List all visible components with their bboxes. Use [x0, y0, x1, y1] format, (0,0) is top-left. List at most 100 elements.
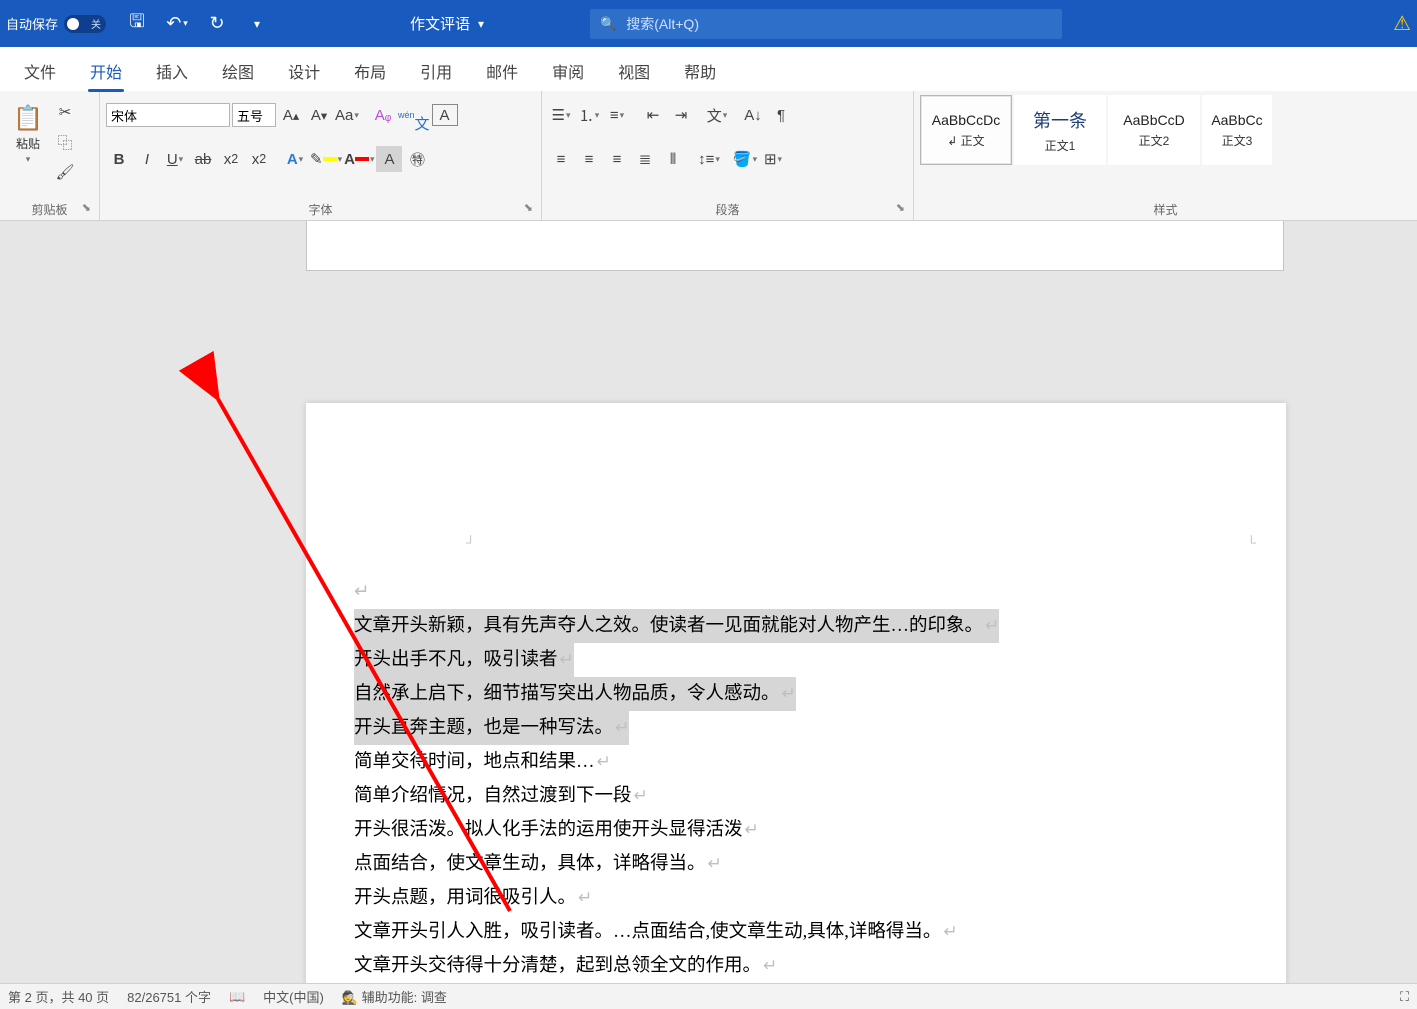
- sort-icon[interactable]: A↓: [740, 102, 766, 128]
- text-effects-icon[interactable]: A▾: [282, 146, 308, 172]
- phonetic-guide-icon[interactable]: wén文: [398, 102, 430, 128]
- style-item-normal[interactable]: AaBbCcDc ↲ 正文: [920, 95, 1012, 165]
- document-area[interactable]: ┘ └ ↵ 文章开头新颖，具有先声夺人之效。使读者一见面就能对人物产生…的印象。…: [0, 221, 1417, 983]
- italic-icon[interactable]: I: [134, 146, 160, 172]
- line-spacing-icon[interactable]: ↕≡▾: [696, 146, 722, 172]
- search-box[interactable]: 🔍: [590, 9, 1062, 39]
- document-body[interactable]: 文章开头新颖，具有先声夺人之效。使读者一见面就能对人物产生…的印象。↵开头出手不…: [354, 609, 1238, 983]
- highlight-icon[interactable]: ✎▾: [310, 146, 342, 172]
- bold-icon[interactable]: B: [106, 146, 132, 172]
- clear-format-icon[interactable]: Aᵩ: [370, 102, 396, 128]
- tab-view[interactable]: 视图: [604, 51, 664, 91]
- tab-review[interactable]: 审阅: [538, 51, 598, 91]
- status-language[interactable]: 中文(中国): [263, 987, 324, 1006]
- text-line[interactable]: 点面结合，使文章生动，具体，详略得当。↵: [354, 854, 722, 874]
- text-line[interactable]: 简单介绍情况，自然过渡到下一段↵: [354, 786, 648, 806]
- group-styles: AaBbCcDc ↲ 正文 第一条 正文1 AaBbCcD 正文2 AaBbCc…: [914, 91, 1417, 220]
- enclose-char-icon[interactable]: ㊕: [404, 146, 430, 172]
- text-line[interactable]: 文章开头引人入胜，吸引读者。…点面结合,使文章生动,具体,详略得当。↵: [354, 922, 958, 942]
- shading-icon[interactable]: 🪣▾: [732, 146, 758, 172]
- text-line[interactable]: 开头很活泼。拟人化手法的运用使开头显得活泼↵: [354, 820, 759, 840]
- redo-icon[interactable]: ↻: [200, 7, 234, 41]
- show-marks-icon[interactable]: ¶: [768, 102, 794, 128]
- copy-icon[interactable]: ⿻: [52, 129, 78, 155]
- group-paragraph-label: 段落 ⬊: [548, 199, 907, 218]
- multilevel-list-icon[interactable]: ≡▾: [604, 102, 630, 128]
- tab-mailings[interactable]: 邮件: [472, 51, 532, 91]
- font-color-icon[interactable]: A▾: [344, 146, 374, 172]
- style-item-text3[interactable]: AaBbCc 正文3: [1202, 95, 1272, 165]
- clipboard-launcher-icon[interactable]: ⬊: [82, 201, 91, 214]
- underline-icon[interactable]: U▾: [162, 146, 188, 172]
- text-line[interactable]: 简单交待时间，地点和结果…↵: [354, 752, 611, 772]
- decrease-font-icon[interactable]: A▾: [306, 102, 332, 128]
- undo-icon[interactable]: ↶▾: [160, 7, 194, 41]
- align-left-icon[interactable]: ≡: [548, 146, 574, 172]
- styles-gallery[interactable]: AaBbCcDc ↲ 正文 第一条 正文1 AaBbCcD 正文2 AaBbCc…: [920, 95, 1272, 165]
- return-mark-icon: ↵: [560, 650, 574, 669]
- group-styles-label: 样式: [920, 199, 1411, 218]
- subscript-icon[interactable]: x2: [218, 146, 244, 172]
- text-line[interactable]: 开头出手不凡，吸引读者↵: [354, 643, 574, 677]
- tab-design[interactable]: 设计: [274, 51, 334, 91]
- text-line[interactable]: 开头直奔主题，也是一种写法。↵: [354, 711, 629, 745]
- char-shading-icon[interactable]: A: [376, 146, 402, 172]
- status-word-count[interactable]: 82/26751 个字: [127, 987, 211, 1006]
- style-item-text1[interactable]: 第一条 正文1: [1014, 95, 1106, 165]
- save-icon[interactable]: 🖫: [120, 7, 154, 41]
- paragraph-launcher-icon[interactable]: ⬊: [896, 201, 905, 214]
- tab-layout[interactable]: 布局: [340, 51, 400, 91]
- text-line[interactable]: 文章开头交待得十分清楚，起到总领全文的作用。↵: [354, 956, 777, 976]
- auto-save-label: 自动保存: [6, 14, 58, 33]
- group-paragraph: ☰▾ ⒈▾ ≡▾ ⇤ ⇥ 文▾ A↓ ¶ ≡ ≡ ≡ ≣ ⫴ ↕≡▾: [542, 91, 914, 220]
- char-border-icon[interactable]: A: [432, 104, 458, 126]
- tab-insert[interactable]: 插入: [142, 51, 202, 91]
- auto-save-toggle[interactable]: 关: [64, 15, 106, 33]
- text-line[interactable]: 开头点题，用词很吸引人。↵: [354, 888, 592, 908]
- warning-icon[interactable]: ⚠: [1393, 11, 1411, 36]
- title-dropdown-icon[interactable]: ▾: [478, 17, 484, 31]
- previous-page-bottom: [306, 221, 1284, 271]
- status-page[interactable]: 第 2 页，共 40 页: [8, 987, 109, 1006]
- tab-help[interactable]: 帮助: [670, 51, 730, 91]
- asian-layout-icon[interactable]: 文▾: [704, 102, 730, 128]
- status-accessibility[interactable]: 🕵 辅助功能: 调查: [342, 987, 447, 1006]
- strikethrough-icon[interactable]: ab: [190, 146, 216, 172]
- status-display-settings-icon[interactable]: ⛶: [1400, 989, 1409, 1005]
- font-launcher-icon[interactable]: ⬊: [524, 201, 533, 214]
- return-mark-icon: ↵: [708, 854, 722, 873]
- text-line[interactable]: 自然承上启下，细节描写突出人物品质，令人感动。↵: [354, 677, 796, 711]
- font-size-input[interactable]: [232, 103, 276, 127]
- status-bar: 第 2 页，共 40 页 82/26751 个字 📖 中文(中国) 🕵 辅助功能…: [0, 983, 1417, 1009]
- borders-icon[interactable]: ⊞▾: [760, 146, 786, 172]
- tab-file[interactable]: 文件: [10, 51, 70, 91]
- decrease-indent-icon[interactable]: ⇤: [640, 102, 666, 128]
- numbering-icon[interactable]: ⒈▾: [576, 102, 602, 128]
- tab-draw[interactable]: 绘图: [208, 51, 268, 91]
- status-spellcheck-icon[interactable]: 📖: [229, 989, 245, 1005]
- title-bar: 自动保存 关 🖫 ↶▾ ↻ ▾ 作文评语 ▾ 🔍 ⚠: [0, 0, 1417, 47]
- search-icon: 🔍: [600, 16, 616, 32]
- align-right-icon[interactable]: ≡: [604, 146, 630, 172]
- paste-button[interactable]: 📋 粘贴 ▾: [6, 95, 50, 173]
- return-mark-icon: ↵: [745, 820, 759, 839]
- font-name-input[interactable]: [106, 103, 230, 127]
- page: ┘ └ ↵ 文章开头新颖，具有先声夺人之效。使读者一见面就能对人物产生…的印象。…: [306, 403, 1286, 983]
- tab-references[interactable]: 引用: [406, 51, 466, 91]
- align-center-icon[interactable]: ≡: [576, 146, 602, 172]
- style-item-text2[interactable]: AaBbCcD 正文2: [1108, 95, 1200, 165]
- tab-home[interactable]: 开始: [76, 51, 136, 91]
- justify-icon[interactable]: ≣: [632, 146, 658, 172]
- paragraph-mark: ↵: [354, 575, 1238, 609]
- change-case-icon[interactable]: Aa▾: [334, 102, 360, 128]
- qat-customize-icon[interactable]: ▾: [240, 7, 274, 41]
- cut-icon[interactable]: ✂: [52, 99, 78, 125]
- increase-indent-icon[interactable]: ⇥: [668, 102, 694, 128]
- bullets-icon[interactable]: ☰▾: [548, 102, 574, 128]
- increase-font-icon[interactable]: A▴: [278, 102, 304, 128]
- search-input[interactable]: [626, 16, 1052, 32]
- text-line[interactable]: 文章开头新颖，具有先声夺人之效。使读者一见面就能对人物产生…的印象。↵: [354, 609, 999, 643]
- distribute-icon[interactable]: ⫴: [660, 146, 686, 172]
- superscript-icon[interactable]: x2: [246, 146, 272, 172]
- format-painter-icon[interactable]: 🖌: [52, 159, 78, 185]
